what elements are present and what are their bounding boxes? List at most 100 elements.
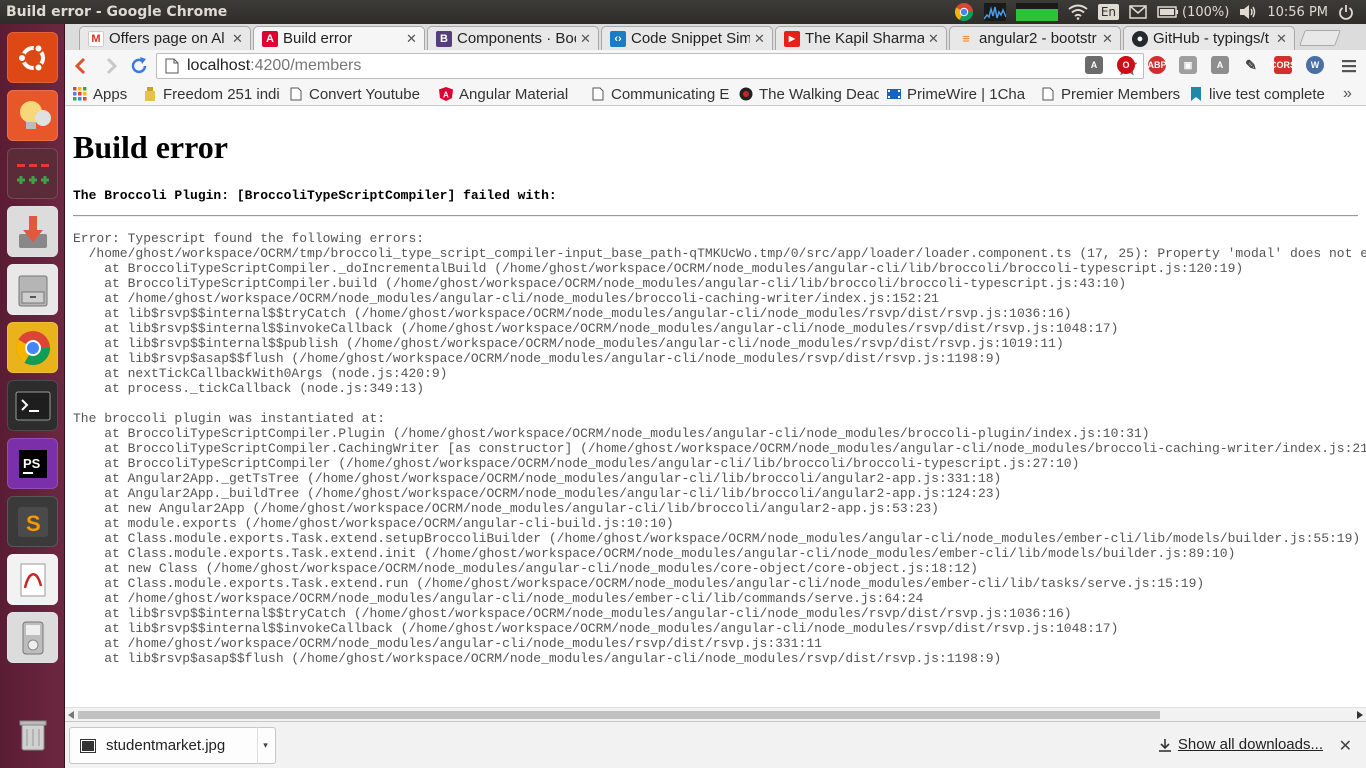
scroll-left-arrow-icon[interactable] bbox=[68, 711, 74, 719]
bookmark-premier-members[interactable]: Premier Members bbox=[1041, 84, 1181, 104]
error-line: The broccoli plugin was instantiated at: bbox=[73, 411, 386, 426]
tab-label: The Kapil Sharma bbox=[805, 30, 924, 47]
extension-puzzle-icon[interactable]: ▣ bbox=[1179, 56, 1197, 74]
error-line: at Class.module.exports.Task.extend.run … bbox=[73, 576, 1205, 591]
scrollbar-thumb[interactable] bbox=[78, 711, 1160, 719]
chrome-menu-button[interactable] bbox=[1337, 54, 1361, 78]
top-panel: Build error - Google Chrome En (100%) 10… bbox=[0, 0, 1366, 24]
bookmark-primewire[interactable]: PrimeWire | 1Cha bbox=[887, 84, 1027, 104]
error-line: at lib$rsvp$$internal$$publish (/home/gh… bbox=[73, 336, 1064, 351]
error-line: /home/ghost/workspace/OCRM/tmp/broccoli_… bbox=[73, 246, 1366, 261]
back-arrow-icon bbox=[74, 57, 86, 75]
bookmark-convert-youtube[interactable]: Convert Youtube bbox=[289, 84, 429, 104]
close-download-shelf-icon[interactable]: ✕ bbox=[1339, 736, 1352, 756]
forward-arrow-icon bbox=[106, 57, 118, 75]
bookmarks-overflow-chevron-icon[interactable]: » bbox=[1343, 84, 1359, 104]
error-line: at module.exports (/home/ghost/workspace… bbox=[73, 516, 674, 531]
tab-code-snippet[interactable]: ‹› Code Snippet Sim ✕ bbox=[601, 26, 773, 50]
battery-percentage: (100%) bbox=[1182, 4, 1230, 20]
eyedropper-extension-icon[interactable]: ✎ bbox=[1242, 56, 1260, 74]
tab-close-icon[interactable]: ✕ bbox=[1276, 31, 1288, 47]
horizontal-scrollbar[interactable] bbox=[65, 707, 1366, 721]
bookmark-communicating[interactable]: Communicating E bbox=[591, 84, 729, 104]
tab-youtube[interactable]: ▶ The Kapil Sharma ✕ bbox=[775, 26, 947, 50]
bookmark-freedom-251[interactable]: Freedom 251 indi bbox=[143, 84, 283, 104]
error-line: at Angular2App._getTsTree (/home/ghost/w… bbox=[73, 471, 1002, 486]
scroll-right-arrow-icon[interactable] bbox=[1357, 711, 1363, 719]
bookmark-walking-dead[interactable]: The Walking Dead bbox=[739, 84, 879, 104]
tab-close-icon[interactable]: ✕ bbox=[232, 31, 244, 47]
media-player-app-icon[interactable] bbox=[7, 612, 58, 663]
file-manager-icon[interactable] bbox=[7, 264, 58, 315]
w-extension-icon[interactable]: W bbox=[1306, 56, 1324, 74]
chrome-indicator-icon[interactable] bbox=[954, 2, 974, 22]
page-icon bbox=[1041, 87, 1055, 101]
keyboard-language-indicator[interactable]: En bbox=[1097, 4, 1120, 20]
back-button[interactable] bbox=[69, 54, 93, 78]
volume-icon[interactable] bbox=[1239, 4, 1257, 20]
angular-batarang-extension-icon[interactable]: A bbox=[1085, 56, 1103, 74]
download-item[interactable]: studentmarket.jpg bbox=[69, 727, 276, 764]
sublime-text-app-icon[interactable]: S bbox=[7, 496, 58, 547]
indicator-area: En (100%) 10:56 PM bbox=[954, 0, 1366, 24]
gmail-icon: M bbox=[88, 30, 104, 47]
opera-extension-icon[interactable]: O bbox=[1117, 56, 1135, 74]
cors-extension-icon[interactable]: CORS bbox=[1270, 56, 1296, 74]
network-load-icon[interactable] bbox=[1015, 3, 1058, 21]
hamburger-menu-icon bbox=[1342, 60, 1356, 73]
new-tab-button[interactable] bbox=[1299, 30, 1341, 46]
wifi-icon[interactable] bbox=[1068, 4, 1088, 20]
desktop-screen: Build error - Google Chrome En (100%) 10… bbox=[0, 0, 1366, 768]
battery-indicator[interactable]: (100%) bbox=[1157, 5, 1229, 20]
forward-button[interactable] bbox=[99, 54, 123, 78]
error-line: at BroccoliTypeScriptCompiler (/home/gho… bbox=[73, 456, 1080, 471]
bookmark-apps[interactable]: Apps bbox=[73, 84, 133, 104]
phpstorm-app-icon[interactable]: PS bbox=[7, 438, 58, 489]
clock[interactable]: 10:56 PM bbox=[1267, 5, 1328, 20]
tab-gmail[interactable]: M Offers page on Al ✕ bbox=[79, 26, 251, 50]
tab-close-icon[interactable]: ✕ bbox=[754, 31, 766, 47]
error-line: at Angular2App._buildTree (/home/ghost/w… bbox=[73, 486, 1002, 501]
tab-bootstrap-components[interactable]: B Components · Boo ✕ bbox=[427, 26, 599, 50]
tab-close-icon[interactable]: ✕ bbox=[406, 31, 418, 47]
pdf-reader-app-icon[interactable] bbox=[7, 554, 58, 605]
tab-close-icon[interactable]: ✕ bbox=[1102, 31, 1114, 47]
calculator-app-icon[interactable] bbox=[7, 148, 58, 199]
tab-label: GitHub - typings/t bbox=[1153, 30, 1269, 47]
error-line: at Class.module.exports.Task.extend.setu… bbox=[73, 531, 1361, 546]
tab-stackoverflow[interactable]: ≡ angular2 - bootstr ✕ bbox=[949, 26, 1121, 50]
mail-icon[interactable] bbox=[1129, 5, 1147, 19]
show-all-downloads-label: Show all downloads... bbox=[1177, 736, 1323, 753]
power-icon[interactable] bbox=[1338, 4, 1354, 20]
show-all-downloads-link[interactable]: Show all downloads... bbox=[1158, 736, 1323, 753]
error-line: at BroccoliTypeScriptCompiler.Plugin (/h… bbox=[73, 426, 1150, 441]
chrome-app-icon[interactable] bbox=[7, 322, 58, 373]
error-line bbox=[73, 396, 1366, 411]
bookmark-angular-material[interactable]: A Angular Material bbox=[439, 84, 579, 104]
trash-icon[interactable] bbox=[7, 708, 58, 759]
error-line: at new Class (/home/ghost/workspace/OCRM… bbox=[73, 561, 978, 576]
reload-button[interactable] bbox=[127, 54, 151, 78]
ubuntu-dash-icon[interactable] bbox=[7, 32, 58, 83]
bookmark-live-test[interactable]: live test complete bbox=[1189, 84, 1329, 104]
address-bar[interactable]: localhost:4200/members bbox=[156, 53, 1144, 79]
tab-github[interactable]: ● GitHub - typings/t ✕ bbox=[1123, 26, 1295, 50]
apps-grid-icon bbox=[73, 87, 87, 101]
tab-close-icon[interactable]: ✕ bbox=[928, 31, 940, 47]
error-subtitle: The Broccoli Plugin: [BroccoliTypeScript… bbox=[73, 188, 557, 203]
software-installer-icon[interactable] bbox=[7, 206, 58, 257]
tab-build-error[interactable]: A Build error ✕ bbox=[253, 26, 425, 50]
download-menu-chevron-icon[interactable]: ▾ bbox=[257, 727, 273, 764]
terminal-app-icon[interactable] bbox=[7, 380, 58, 431]
tab-close-icon[interactable]: ✕ bbox=[580, 31, 592, 47]
error-line: at lib$rsvp$$internal$$tryCatch (/home/g… bbox=[73, 606, 1072, 621]
adblock-plus-extension-icon[interactable]: ABP bbox=[1148, 56, 1167, 74]
system-monitor-icon[interactable] bbox=[983, 3, 1006, 21]
angular-extension-icon[interactable]: A bbox=[1211, 56, 1229, 74]
error-line: at Class.module.exports.Task.extend.init… bbox=[73, 546, 1236, 561]
svg-text:S: S bbox=[26, 511, 41, 536]
bookmark-label: Convert Youtube bbox=[309, 85, 420, 103]
divider bbox=[73, 215, 1358, 217]
page-content: Build error The Broccoli Plugin: [Brocco… bbox=[65, 107, 1366, 707]
lightbulb-app-icon[interactable] bbox=[7, 90, 58, 141]
